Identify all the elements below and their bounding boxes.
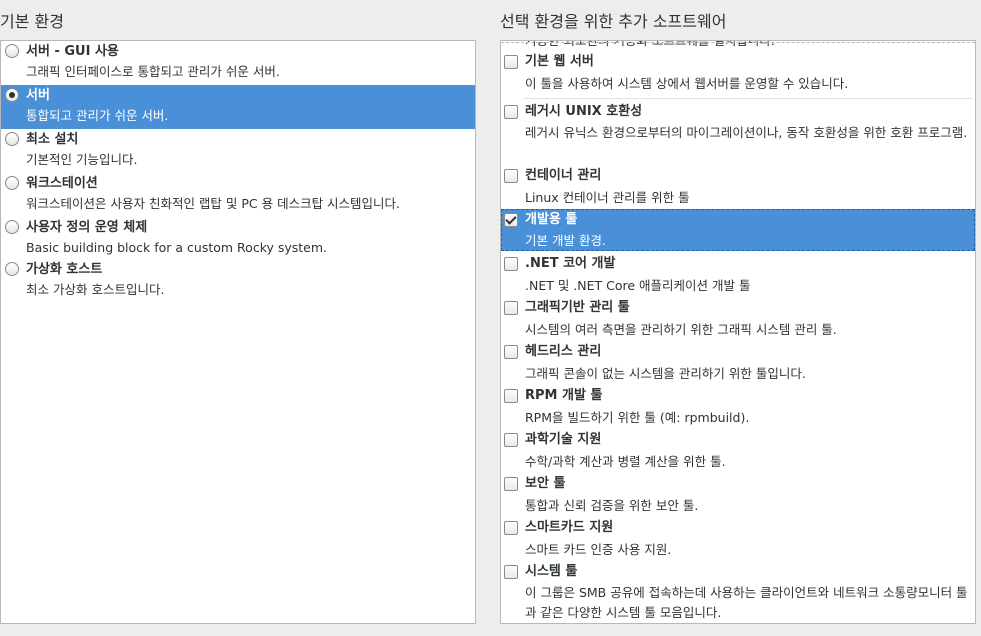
checkbox-icon[interactable] [504, 105, 518, 119]
checkbox-icon[interactable] [504, 257, 518, 271]
addon-item-title: 과학기술 지원 [525, 432, 602, 447]
addon-item-desc: 이 그룹은 SMB 공유에 접속하는데 사용하는 클라이언트와 네트워크 소통량… [525, 585, 968, 620]
checkbox-icon[interactable] [504, 521, 518, 535]
base-environment-list: 서버 - GUI 사용 그래픽 인터페이스로 통합되고 관리가 쉬운 서버. 서… [0, 40, 476, 624]
addon-item-desc: .NET 및 .NET Core 애플리케이션 개발 툴 [525, 278, 751, 293]
env-item-desc: 그래픽 인터페이스로 통합되고 관리가 쉬운 서버. [26, 64, 280, 79]
checkbox-icon[interactable] [504, 55, 518, 69]
addon-item-title: 보안 툴 [525, 476, 566, 491]
addon-item-container-management[interactable]: 컨테이너 관리 Linux 컨테이너 관리를 위한 툴 [501, 165, 975, 209]
addon-item-desc: 기본 개발 환경. [525, 233, 606, 248]
env-item-desc: 워크스테이션은 사용자 친화적인 랩탑 및 PC 용 데스크탑 시스템입니다. [26, 196, 401, 211]
env-item-title: 워크스테이션 [26, 176, 98, 191]
checkbox-checked-icon[interactable] [504, 213, 518, 227]
addon-item-title: 스마트카드 지원 [525, 520, 614, 535]
env-item-workstation[interactable]: 워크스테이션 워크스테이션은 사용자 친화적인 랩탑 및 PC 용 데스크탑 시… [1, 173, 475, 217]
addon-item-desc: 이 툴을 사용하여 시스템 상에서 웹서버를 운영할 수 있습니다. [525, 76, 849, 91]
addon-item-development-tools[interactable]: 개발용 툴 기본 개발 환경. [501, 209, 975, 251]
checkbox-icon[interactable] [504, 565, 518, 579]
env-item-desc: 통합되고 관리가 쉬운 서버. [26, 108, 169, 123]
radio-button-icon[interactable] [5, 132, 19, 146]
addon-item-title: 레거시 UNIX 호환성 [525, 104, 643, 119]
env-item-title: 서버 [26, 88, 50, 103]
radio-button-selected-icon[interactable] [5, 88, 19, 102]
addon-item-headless-management[interactable]: 헤드리스 관리 그래픽 콘솔이 없는 시스템을 관리하기 위한 툴입니다. [501, 341, 975, 385]
addon-item-title: 헤드리스 관리 [525, 344, 602, 359]
addon-item-security-tools[interactable]: 보안 툴 통합과 신뢰 검증을 위한 보안 툴. [501, 473, 975, 517]
addon-item-desc: 그래픽 콘솔이 없는 시스템을 관리하기 위한 툴입니다. [525, 366, 806, 381]
addon-item-title: 개발용 툴 [525, 212, 578, 227]
checkbox-icon[interactable] [504, 477, 518, 491]
checkbox-icon[interactable] [504, 301, 518, 315]
env-item-title: 가상화 호스트 [26, 262, 103, 277]
radio-button-icon[interactable] [5, 176, 19, 190]
addon-item-smartcard-support[interactable]: 스마트카드 지원 스마트 카드 인증 사용 지원. [501, 517, 975, 561]
addon-item-desc: 시스템의 여러 측면을 관리하기 위한 그래픽 시스템 관리 툴. [525, 322, 837, 337]
env-item-server[interactable]: 서버 통합되고 관리가 쉬운 서버. [1, 85, 475, 129]
addon-item-basic-web-server[interactable]: 기본 웹 서버 이 툴을 사용하여 시스템 상에서 웹서버를 운영할 수 있습니… [501, 51, 975, 97]
addon-item-desc: 레거시 유닉스 환경으로부터의 마이그레이션이나, 동작 호환성을 위한 호환 … [525, 125, 968, 140]
addon-item-title: 기본 웹 서버 [525, 54, 594, 69]
env-item-custom-os[interactable]: 사용자 정의 운영 체제 Basic building block for a … [1, 217, 475, 259]
addon-item-title: .NET 코어 개발 [525, 256, 616, 271]
addon-item-system-tools[interactable]: 시스템 툴 이 그룹은 SMB 공유에 접속하는데 사용하는 클라이언트와 네트… [501, 561, 975, 623]
checkbox-icon[interactable] [504, 389, 518, 403]
addon-item-legacy-unix[interactable]: 레거시 UNIX 호환성 레거시 유닉스 환경으로부터의 마이그레이션이나, 동… [501, 101, 975, 165]
env-item-title: 최소 설치 [26, 132, 79, 147]
scroll-edge-divider [501, 42, 975, 43]
env-item-server-gui[interactable]: 서버 - GUI 사용 그래픽 인터페이스로 통합되고 관리가 쉬운 서버. [1, 41, 475, 85]
addon-item-desc: RPM을 빌드하기 위한 툴 (예: rpmbuild). [525, 410, 750, 425]
env-item-title: 서버 - GUI 사용 [26, 44, 119, 59]
addon-item-desc: 수학/과학 계산과 병렬 계산을 위한 툴. [525, 454, 726, 469]
addon-software-list[interactable]: 기능한 최소한의 기능화 소프트웨를 설치합니다. 기본 웹 서버 이 툴을 사… [500, 40, 976, 624]
addon-item-scientific-support[interactable]: 과학기술 지원 수학/과학 계산과 병렬 계산을 위한 툴. [501, 429, 975, 473]
scrollbar[interactable] [972, 41, 975, 623]
env-item-virtualization-host[interactable]: 가상화 호스트 최소 가상화 호스트입니다. [1, 259, 475, 303]
addon-item-graphical-admin-tools[interactable]: 그래픽기반 관리 툴 시스템의 여러 측면을 관리하기 위한 그래픽 시스템 관… [501, 297, 975, 341]
base-environment-heading: 기본 환경 [0, 12, 64, 31]
software-selection-page: 기본 환경 선택 환경을 위한 추가 소프트웨어 서버 - GUI 사용 그래픽… [0, 0, 981, 636]
env-item-desc: 기본적인 기능입니다. [26, 152, 138, 167]
addon-item-title: 시스템 툴 [525, 564, 578, 579]
addon-item-desc: Linux 컨테이너 관리를 위한 툴 [525, 190, 690, 205]
addon-item-title: 그래픽기반 관리 툴 [525, 300, 630, 315]
checkbox-icon[interactable] [504, 169, 518, 183]
addon-item-desc: 통합과 신뢰 검증을 위한 보안 툴. [525, 498, 699, 513]
addon-item-rpm-development-tools[interactable]: RPM 개발 툴 RPM을 빌드하기 위한 툴 (예: rpmbuild). [501, 385, 975, 429]
radio-button-icon[interactable] [5, 262, 19, 276]
checkbox-icon[interactable] [504, 433, 518, 447]
addon-item-title: RPM 개발 툴 [525, 388, 603, 403]
radio-button-icon[interactable] [5, 220, 19, 234]
addon-item-title: 컨테이너 관리 [525, 168, 602, 183]
item-divider [523, 98, 973, 99]
addon-item-dotnet-core[interactable]: .NET 코어 개발 .NET 및 .NET Core 애플리케이션 개발 툴 [501, 253, 975, 297]
env-item-desc: 최소 가상화 호스트입니다. [26, 282, 165, 297]
checkbox-icon[interactable] [504, 345, 518, 359]
env-item-desc: Basic building block for a custom Rocky … [26, 240, 328, 255]
env-item-title: 사용자 정의 운영 체제 [26, 220, 148, 235]
addon-software-heading: 선택 환경을 위한 추가 소프트웨어 [500, 12, 727, 31]
env-item-minimal[interactable]: 최소 설치 기본적인 기능입니다. [1, 129, 475, 173]
addon-item-desc: 스마트 카드 인증 사용 지원. [525, 542, 672, 557]
radio-button-icon[interactable] [5, 44, 19, 58]
